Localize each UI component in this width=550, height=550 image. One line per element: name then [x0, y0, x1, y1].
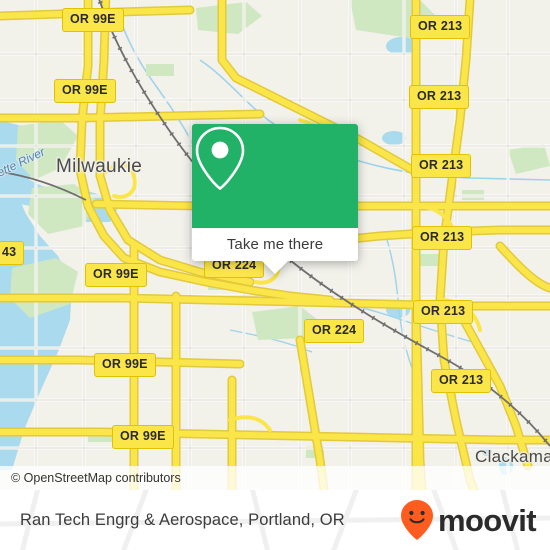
highway-shield-or43-1: 43	[0, 241, 25, 265]
place-label-clackamas: Clackamas	[475, 447, 550, 466]
highway-shield-or213-4: OR 213	[412, 226, 473, 250]
map-page: Milwaukie Clackamas llamette River OR 99…	[0, 0, 550, 550]
moovit-pin-icon	[400, 500, 433, 540]
highway-shield-or99e-5: OR 99E	[112, 425, 174, 449]
take-me-there-button[interactable]: Take me there	[192, 228, 358, 261]
highway-shield-or99e-2: OR 99E	[54, 79, 116, 103]
attribution-bar: © OpenStreetMap contributors	[0, 466, 550, 490]
moovit-wordmark: moovit	[437, 502, 537, 538]
place-label-milwaukie: Milwaukie	[56, 156, 143, 177]
popup-pointer	[262, 261, 288, 274]
highway-shield-or99e-3: OR 99E	[85, 263, 147, 287]
moovit-brand[interactable]: moovit	[400, 499, 550, 541]
map-pin-icon	[195, 126, 245, 191]
highway-shield-or213-2: OR 213	[409, 85, 470, 109]
popup-header	[192, 124, 358, 228]
highway-shield-or224-2: OR 224	[304, 319, 365, 343]
highway-shield-or213-5: OR 213	[413, 300, 474, 324]
page-title: Ran Tech Engrg & Aerospace, Portland, OR	[20, 510, 345, 529]
attribution-text[interactable]: © OpenStreetMap contributors	[0, 471, 181, 485]
highway-shield-or213-3: OR 213	[411, 154, 472, 178]
map-canvas[interactable]: Milwaukie Clackamas llamette River OR 99…	[0, 0, 550, 490]
highway-shield-or213-1: OR 213	[410, 15, 471, 39]
highway-shield-or99e-1: OR 99E	[62, 8, 124, 32]
highway-shield-or99e-4: OR 99E	[94, 353, 156, 377]
highway-shield-or213-6: OR 213	[431, 369, 492, 393]
take-me-there-popup[interactable]: Take me there	[192, 124, 358, 274]
footer-bar: Ran Tech Engrg & Aerospace, Portland, OR…	[0, 490, 550, 550]
